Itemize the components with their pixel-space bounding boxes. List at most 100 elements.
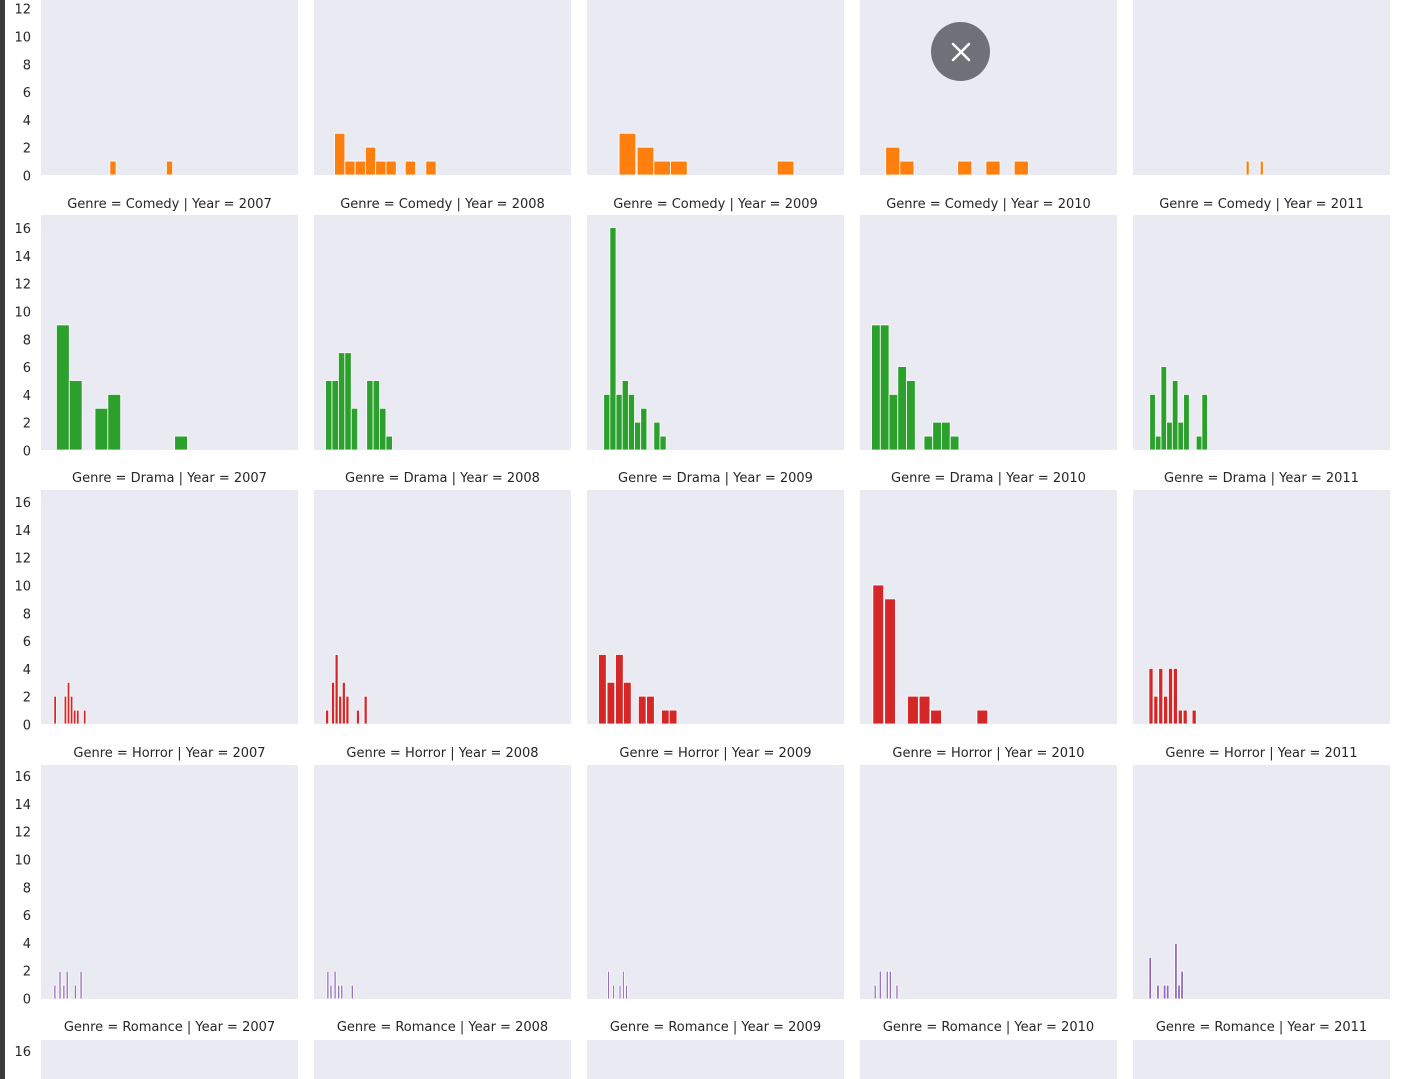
y-tick-label: 0 — [23, 719, 31, 734]
close-button[interactable] — [931, 22, 990, 81]
bar-horror-2007-2 — [66, 681, 71, 725]
bar-drama-2011-1 — [1154, 435, 1162, 451]
panel-background-next-0 — [41, 1040, 298, 1079]
bar-horror-2010-0 — [872, 584, 885, 725]
y-tick-label: 4 — [23, 663, 31, 678]
y-tick-label: 14 — [14, 524, 31, 539]
bar-horror-2008-4 — [341, 681, 346, 725]
bar-romance-2007-5 — [79, 970, 83, 1000]
panel-background-next-3 — [860, 1040, 1117, 1079]
bar-horror-2007-6 — [83, 709, 87, 725]
bar-drama-2008-3 — [344, 352, 352, 451]
bar-horror-2007-1 — [63, 695, 68, 725]
bar-drama-2009-5 — [634, 421, 642, 451]
bar-horror-2008-7 — [363, 695, 368, 725]
y-tick-label: 10 — [14, 580, 31, 595]
bar-romance-2007-0 — [53, 984, 57, 1000]
y-tick-label: 12 — [14, 278, 31, 293]
bar-romance-2007-4 — [74, 984, 77, 1000]
bar-romance-2008-4 — [340, 984, 344, 1000]
bar-drama-2007-2 — [94, 407, 109, 451]
bar-drama-2011-6 — [1183, 393, 1190, 451]
bar-comedy-2009-3 — [670, 160, 688, 176]
bar-horror-2007-3 — [69, 695, 74, 725]
bar-horror-2007-5 — [76, 709, 80, 725]
panel-title: Genre = Horror | Year = 2009 — [619, 746, 811, 761]
panel-title: Genre = Horror | Year = 2011 — [1165, 746, 1357, 761]
bar-romance-2011-3 — [1166, 984, 1170, 1000]
bar-drama-2009-6 — [640, 407, 648, 451]
bar-drama-2007-0 — [56, 324, 70, 451]
bar-horror-2008-0 — [325, 709, 330, 725]
bar-drama-2008-6 — [372, 380, 380, 451]
bar-horror-2008-3 — [338, 695, 343, 725]
y-tick-label: 2 — [23, 691, 31, 706]
panel-background-romance-2 — [587, 765, 844, 999]
bar-horror-2011-6 — [1177, 709, 1183, 725]
bar-romance-2010-4 — [895, 984, 899, 1000]
bar-drama-2008-4 — [350, 407, 359, 451]
bar-horror-2011-4 — [1168, 668, 1173, 725]
bar-comedy-2010-1 — [899, 160, 915, 176]
y-tick-label: 6 — [23, 909, 31, 924]
y-tick-label: 16 — [14, 1045, 31, 1060]
y-tick-label: 8 — [23, 333, 31, 348]
bar-horror-2009-6 — [661, 709, 670, 725]
y-tick-label: 8 — [23, 607, 31, 622]
y-tick-label: 12 — [14, 3, 31, 18]
bar-horror-2011-3 — [1163, 695, 1169, 725]
bar-horror-2010-2 — [907, 695, 919, 725]
panel-background-comedy-0 — [41, 0, 298, 175]
bar-comedy-2010-0 — [885, 146, 901, 176]
bar-drama-2010-3 — [897, 366, 907, 451]
bar-drama-2009-4 — [627, 393, 635, 451]
panel-title: Genre = Comedy | Year = 2009 — [613, 197, 818, 212]
y-tick-label: 4 — [23, 937, 31, 952]
bar-romance-2010-0 — [873, 984, 877, 1000]
bar-horror-2008-2 — [334, 654, 339, 725]
bar-horror-2011-0 — [1148, 668, 1154, 725]
bar-comedy-2010-4 — [1013, 160, 1029, 176]
bar-horror-2011-8 — [1191, 709, 1197, 725]
bar-horror-2009-5 — [646, 695, 655, 725]
bar-comedy-2009-1 — [636, 146, 655, 176]
y-tick-label: 16 — [14, 770, 31, 785]
bar-romance-2007-2 — [62, 984, 66, 1000]
bar-drama-2010-8 — [949, 435, 960, 451]
bar-romance-2007-3 — [65, 970, 69, 1000]
bar-drama-2009-2 — [615, 393, 623, 451]
bar-horror-2008-1 — [331, 681, 335, 725]
bar-romance-2011-0 — [1148, 956, 1152, 1000]
bar-romance-2010-3 — [888, 970, 892, 1000]
panel-background-romance-3 — [860, 765, 1117, 999]
bar-romance-2011-2 — [1162, 984, 1167, 1000]
y-tick-label: 16 — [14, 496, 31, 511]
panel-background-next-2 — [587, 1040, 844, 1079]
y-tick-label: 4 — [23, 389, 31, 404]
bar-drama-2011-4 — [1171, 380, 1179, 451]
y-tick-label: 12 — [14, 826, 31, 841]
facet-grid-chart: 0 2 4 6 8 10 12 Genre = Comedy | Year = 2007 Gen… — [14, 0, 1390, 1079]
y-tick-label: 14 — [14, 798, 31, 813]
bar-romance-2009-1 — [612, 984, 615, 1000]
bar-drama-2007-3 — [107, 393, 122, 451]
bar-drama-2011-3 — [1166, 421, 1173, 451]
bar-drama-2009-1 — [609, 227, 617, 451]
bar-comedy-2010-2 — [957, 160, 973, 176]
bar-horror-2009-3 — [623, 681, 632, 725]
bar-drama-2008-5 — [366, 380, 374, 451]
bar-drama-2008-7 — [379, 407, 387, 451]
bar-horror-2009-7 — [668, 709, 678, 725]
bar-comedy-2008-3 — [364, 146, 377, 176]
bar-romance-2011-5 — [1177, 984, 1181, 1000]
panel-title: Genre = Drama | Year = 2007 — [72, 471, 267, 486]
panel-title: Genre = Drama | Year = 2010 — [891, 471, 1086, 486]
panel-title: Genre = Comedy | Year = 2008 — [340, 197, 545, 212]
bar-drama-2009-7 — [653, 421, 661, 451]
bar-romance-2010-2 — [885, 970, 889, 1000]
bar-drama-2010-1 — [879, 324, 890, 451]
panel-title: Genre = Romance | Year = 2009 — [610, 1020, 821, 1035]
bar-comedy-2008-2 — [354, 160, 366, 176]
panel-title: Genre = Romance | Year = 2007 — [64, 1020, 275, 1035]
y-tick-label: 16 — [14, 222, 31, 237]
